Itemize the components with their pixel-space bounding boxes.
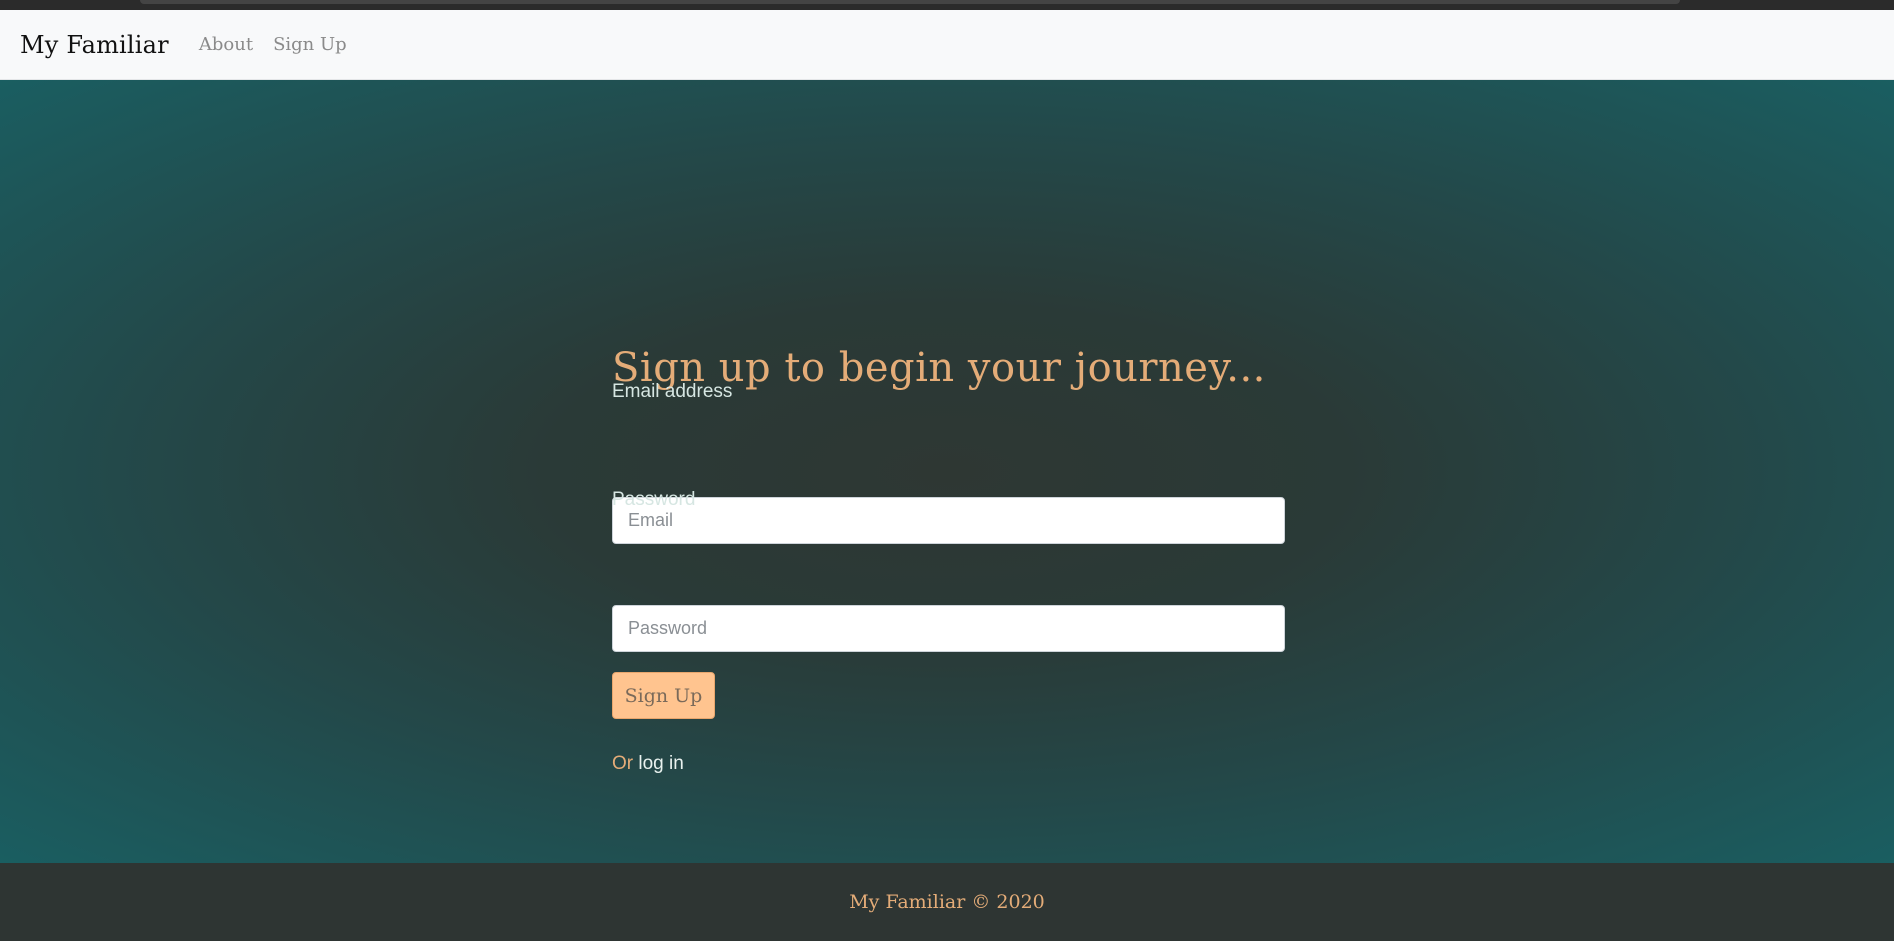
hero-section: [0, 80, 1894, 863]
footer: My Familiar © 2020: [0, 863, 1894, 941]
browser-top-strip: [0, 0, 1894, 10]
brand-link[interactable]: My Familiar: [20, 31, 169, 59]
login-prompt: Or log in: [612, 753, 684, 775]
nav-link-about[interactable]: About: [199, 34, 253, 55]
email-label: Email address: [612, 381, 733, 402]
footer-copyright: My Familiar © 2020: [849, 891, 1045, 913]
nav-link-sign-up[interactable]: Sign Up: [273, 34, 347, 55]
login-prompt-prefix: Or: [612, 753, 634, 774]
password-input[interactable]: [612, 605, 1285, 652]
password-label: Password: [612, 489, 696, 510]
log-in-link[interactable]: log in: [638, 753, 683, 774]
browser-tab-edge: [140, 0, 1680, 4]
sign-up-button[interactable]: Sign Up: [612, 672, 715, 719]
navbar: My Familiar About Sign Up: [0, 10, 1894, 80]
email-input[interactable]: [612, 497, 1285, 544]
